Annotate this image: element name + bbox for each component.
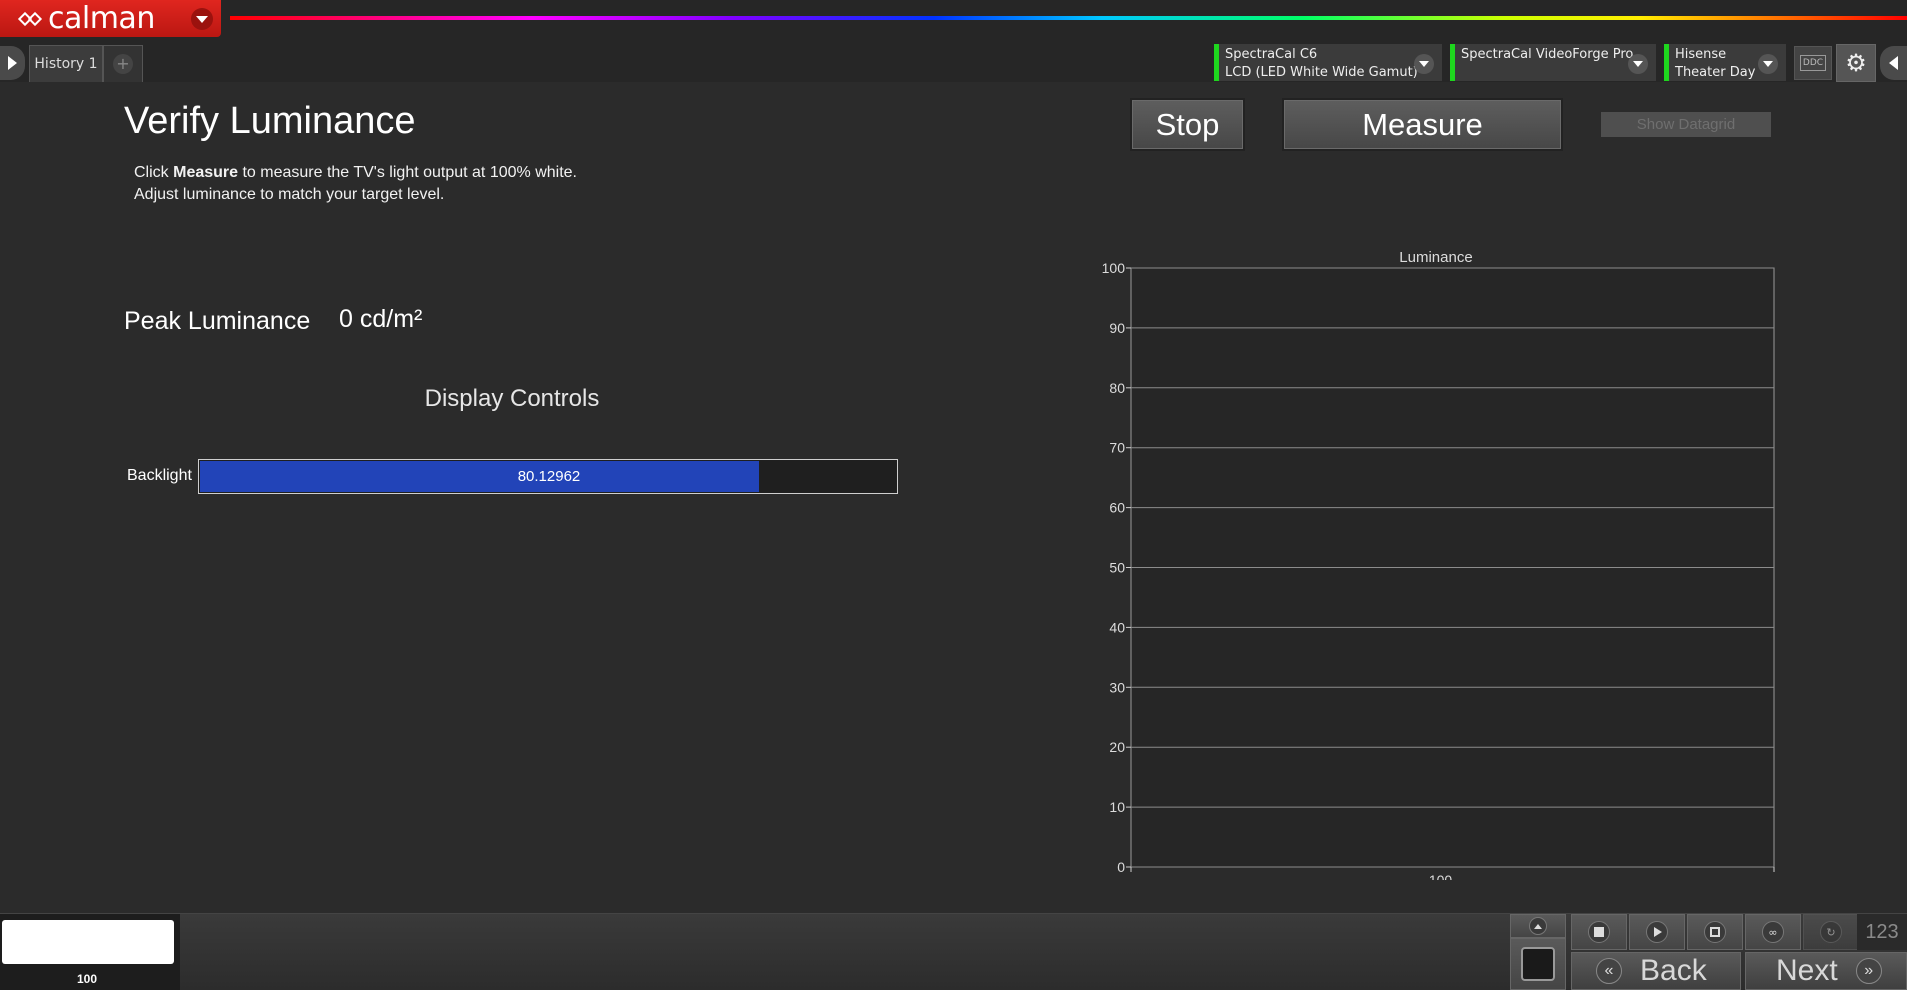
chart-y-tick-label: 50: [1109, 560, 1125, 576]
peak-luminance-value: 0 cd/m²: [339, 305, 423, 333]
chart-y-tick-label: 20: [1109, 739, 1125, 755]
chevron-down-icon: [1633, 61, 1643, 67]
logo-text: calman: [48, 0, 155, 36]
peak-luminance-label: Peak Luminance: [124, 307, 311, 335]
stop-playback-button[interactable]: [1571, 914, 1627, 950]
chart-y-tick-label: 40: [1109, 619, 1125, 635]
play-button[interactable]: [1629, 914, 1685, 950]
tab-label: History 1: [34, 56, 98, 72]
instruction-bold: Measure: [173, 164, 239, 181]
chart-y-tick-label: 100: [1102, 260, 1126, 276]
play-icon: [1646, 921, 1668, 943]
rainbow-divider: [230, 16, 1907, 20]
meter-mode: LCD (LED White Wide Gamut): [1225, 65, 1418, 80]
arrow-right-icon: [8, 56, 17, 70]
chart-y-tick-label: 90: [1109, 320, 1125, 336]
source-dropdown-button[interactable]: [1628, 54, 1648, 74]
chart-title: Luminance: [1399, 249, 1472, 266]
chart-x-tick-label: 100: [1429, 872, 1453, 880]
ddc-icon: DDC: [1800, 55, 1826, 71]
app-menu-button[interactable]: [191, 8, 213, 30]
chart-y-tick-label: 30: [1109, 679, 1125, 695]
pattern-swatch[interactable]: [2, 920, 174, 964]
source-device-selector[interactable]: SpectraCal VideoForge Pro: [1450, 44, 1656, 81]
arrow-left-icon: [1889, 56, 1898, 70]
refresh-icon: ↻: [1820, 921, 1842, 943]
save-icon: [1704, 921, 1726, 943]
tab-history-1[interactable]: History 1: [29, 45, 103, 82]
add-tab-button[interactable]: +: [103, 45, 143, 82]
calman-logo[interactable]: calman: [0, 0, 221, 37]
stop-button[interactable]: Stop: [1130, 98, 1245, 151]
display-dropdown-button[interactable]: [1758, 54, 1778, 74]
chart-y-tick-label: 70: [1109, 440, 1125, 456]
double-chevron-right-icon: »: [1855, 958, 1882, 984]
chart-y-ticks: 0 10 20 30 40 50 60 70 80 90 100: [1102, 260, 1131, 875]
backlight-value: 80.12962: [517, 468, 581, 485]
page-title: Verify Luminance: [124, 100, 416, 142]
pattern-swatch-label: 100: [76, 972, 98, 986]
plus-icon: +: [113, 54, 133, 74]
next-label: Next: [1776, 954, 1838, 987]
expand-right-button[interactable]: [1880, 46, 1907, 80]
source-name: SpectraCal VideoForge Pro: [1461, 47, 1634, 62]
display-controls-heading: Display Controls: [424, 385, 600, 412]
expand-left-button[interactable]: [0, 46, 25, 80]
loop-icon: ∞: [1762, 921, 1784, 943]
show-datagrid-button[interactable]: Show Datagrid: [1601, 112, 1771, 137]
backlight-label: Backlight: [127, 467, 192, 484]
chart-y-tick-label: 80: [1109, 380, 1125, 396]
pattern-window-button[interactable]: [1510, 938, 1566, 990]
calman-diamond-icon: [17, 7, 43, 31]
collapse-up-button[interactable]: [1510, 914, 1566, 938]
stop-icon: [1588, 921, 1610, 943]
ddc-button[interactable]: DDC: [1794, 46, 1832, 80]
display-device-selector[interactable]: Hisense Theater Day: [1664, 44, 1786, 81]
double-chevron-left-icon: «: [1596, 958, 1622, 984]
next-button[interactable]: Next »: [1745, 952, 1907, 990]
meter-dropdown-button[interactable]: [1414, 54, 1434, 74]
settings-button[interactable]: ⚙: [1836, 44, 1876, 82]
instruction-prefix: Click: [134, 164, 174, 181]
chart-y-tick-label: 0: [1117, 859, 1125, 875]
window-icon: [1521, 947, 1555, 981]
meter-device-selector[interactable]: SpectraCal C6 LCD (LED White Wide Gamut): [1214, 44, 1442, 81]
measure-button[interactable]: Measure: [1282, 98, 1563, 151]
chevron-down-icon: [196, 15, 208, 23]
eject-icon: [1529, 917, 1547, 935]
back-label: Back: [1640, 954, 1707, 987]
instruction-line-2: Adjust luminance to match your target le…: [134, 186, 445, 203]
instruction-suffix: to measure the TV's light output at 100%…: [238, 164, 577, 181]
numeric-counter[interactable]: 123: [1857, 914, 1907, 950]
chart-y-tick-label: 10: [1109, 799, 1125, 815]
chart-x-ticks: 100: [1130, 867, 1775, 880]
gear-icon: ⚙: [1845, 49, 1867, 77]
chart-y-tick-label: 60: [1109, 500, 1125, 516]
top-bar: calman History 1 + SpectraCal C6 LCD (LE…: [0, 0, 1907, 82]
backlight-slider[interactable]: 80.12962: [198, 459, 898, 494]
luminance-chart: 0 10 20 30 40 50 60 70 80 90 100 100 Luminance: [1102, 249, 1775, 880]
refresh-button[interactable]: ↻: [1803, 914, 1859, 950]
save-button[interactable]: [1687, 914, 1743, 950]
chevron-down-icon: [1419, 61, 1429, 67]
pattern-swatch-panel[interactable]: 100: [0, 914, 180, 990]
loop-button[interactable]: ∞: [1745, 914, 1801, 950]
instructions: Click Measure to measure the TV's light …: [134, 162, 577, 206]
meter-name: SpectraCal C6: [1225, 47, 1318, 62]
chevron-down-icon: [1763, 61, 1773, 67]
back-button[interactable]: « Back: [1571, 952, 1741, 990]
